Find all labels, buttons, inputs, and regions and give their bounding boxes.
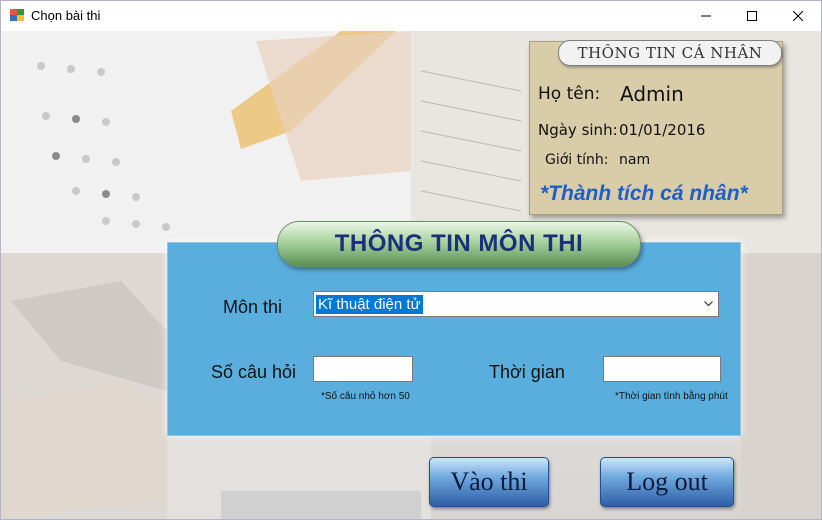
question-count-hint: *Số câu nhỏ hơn 50: [321, 391, 410, 402]
enter-exam-button[interactable]: Vào thi: [429, 457, 549, 507]
minimize-icon: [701, 15, 711, 17]
form-client-area: THÔNG TIN CÁ NHÂN Họ tên: Admin Ngày sin…: [1, 31, 821, 519]
close-button[interactable]: [775, 1, 821, 31]
app-window: Chọn bài thi THÔNG TIN CÁ NHÂN Họ tên: A…: [0, 0, 822, 520]
close-icon: [793, 11, 803, 21]
exam-info-title: THÔNG TIN MÔN THI: [277, 221, 641, 267]
achievements-link[interactable]: *Thành tích cá nhân*: [540, 182, 748, 206]
time-label: Thời gian: [489, 362, 565, 382]
title-bar: Chọn bài thi: [1, 1, 821, 31]
time-input[interactable]: [603, 356, 721, 382]
subject-selected-value: Kĩ thuật điện tử: [316, 295, 423, 314]
minimize-button[interactable]: [683, 1, 729, 31]
name-label: Họ tên:: [538, 84, 601, 104]
maximize-icon: [747, 11, 757, 21]
maximize-button[interactable]: [729, 1, 775, 31]
question-count-input[interactable]: [313, 356, 413, 382]
profile-title: THÔNG TIN CÁ NHÂN: [558, 40, 782, 66]
subject-select[interactable]: Kĩ thuật điện tử: [313, 291, 719, 317]
dob-value: 01/01/2016: [619, 121, 706, 139]
gender-label: Giới tính:: [545, 152, 609, 168]
question-count-label: Số câu hỏi: [211, 362, 297, 382]
chevron-down-icon: [704, 301, 713, 307]
window-title: Chọn bài thi: [31, 8, 101, 23]
dob-label: Ngày sinh:: [538, 121, 618, 139]
profile-card: THÔNG TIN CÁ NHÂN Họ tên: Admin Ngày sin…: [529, 40, 783, 215]
app-icon: [10, 9, 24, 21]
name-value: Admin: [620, 82, 684, 106]
subject-label: Môn thi: [223, 297, 283, 317]
logout-button[interactable]: Log out: [600, 457, 734, 507]
gender-value: nam: [619, 152, 651, 168]
time-hint: *Thời gian tính bằng phút: [615, 391, 728, 402]
exam-info-panel: [167, 242, 741, 436]
